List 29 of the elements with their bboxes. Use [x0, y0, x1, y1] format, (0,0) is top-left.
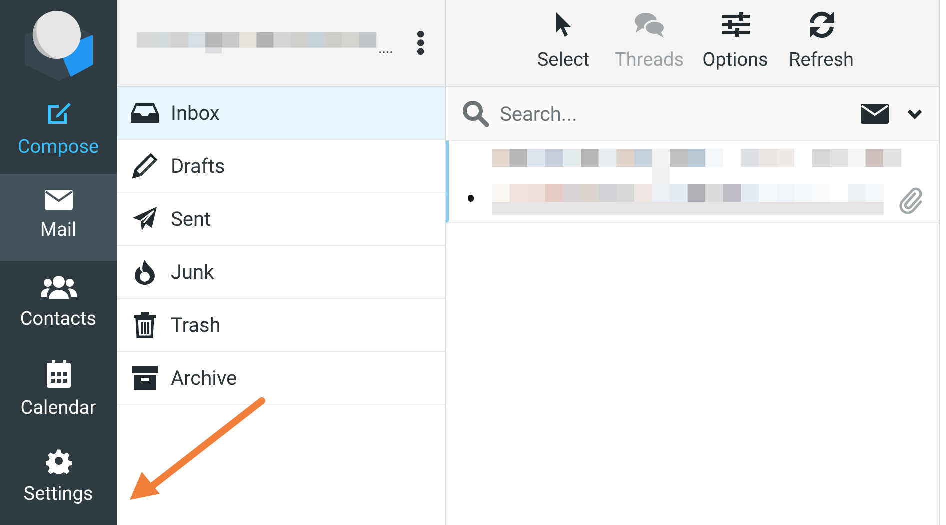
people-icon [40, 275, 76, 300]
sidebar-item[interactable]: Compose [0, 87, 117, 174]
trash-icon [131, 312, 159, 338]
speech-bubbles-icon [634, 10, 666, 40]
pencil-icon [131, 153, 159, 179]
folder-item[interactable]: Inbox [117, 87, 445, 140]
archive-box-icon [131, 366, 159, 390]
envelope-icon[interactable] [861, 104, 889, 124]
toolbar-button[interactable]: Select [522, 10, 606, 80]
sidebar-item[interactable]: Calendar [0, 348, 117, 435]
sidebar-item[interactable]: Mail [0, 174, 117, 261]
envelope-icon [44, 190, 72, 210]
toolbar-button[interactable]: Options [694, 10, 778, 80]
chevron-down-icon[interactable] [907, 108, 923, 120]
tray-icon [131, 102, 159, 124]
search-input[interactable]: Search... [500, 98, 861, 128]
ellipsis-text: .... [378, 42, 394, 56]
refresh-icon [808, 10, 836, 40]
cursor-icon [554, 10, 574, 40]
calendar-icon [46, 360, 70, 388]
sidebar-item[interactable]: Settings [0, 435, 117, 522]
sidebar-item[interactable]: Contacts [0, 261, 117, 348]
sliders-icon [722, 10, 750, 40]
search-icon [462, 100, 490, 128]
search-field[interactable]: Search... [446, 87, 939, 141]
settings-icon [46, 448, 72, 474]
more-icon[interactable] [417, 30, 425, 56]
toolbar-button[interactable]: Refresh [780, 10, 864, 80]
paper-plane-icon [131, 206, 159, 232]
